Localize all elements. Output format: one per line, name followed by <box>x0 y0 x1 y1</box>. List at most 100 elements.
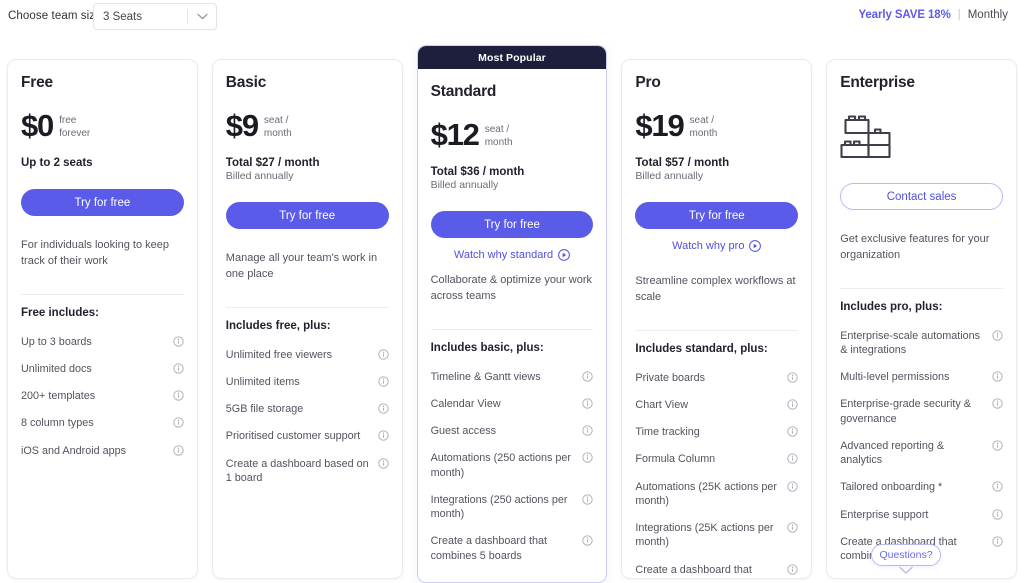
info-icon[interactable] <box>377 348 389 360</box>
feature-item: Timeline & Gantt views <box>431 363 594 390</box>
info-icon[interactable] <box>377 457 389 469</box>
feature-label: Automations (250 actions per month) <box>430 452 572 479</box>
feature-item: Unlimited docs <box>21 355 184 382</box>
price-unit: free forever <box>59 115 91 139</box>
info-icon[interactable] <box>787 398 798 410</box>
try-for-free-button[interactable]: Try for free <box>21 189 184 216</box>
price-amount: $9 <box>225 108 259 143</box>
info-icon[interactable] <box>582 534 594 546</box>
feature-item: Up to 3 boards <box>21 328 184 355</box>
info-icon[interactable] <box>173 389 184 401</box>
info-icon[interactable] <box>992 397 1003 409</box>
info-icon[interactable] <box>582 451 594 463</box>
feature-label: Unlimited items <box>225 375 300 388</box>
feature-item: Create a dashboard that combines 5 board… <box>431 528 594 570</box>
questions-button[interactable]: Questions? <box>871 544 941 566</box>
info-icon[interactable] <box>992 535 1003 547</box>
try-for-free-button[interactable]: Try for free <box>635 202 799 229</box>
plan-description: Collaborate & optimize your work across … <box>430 274 592 302</box>
info-icon[interactable] <box>992 480 1003 492</box>
contact-sales-button[interactable]: Contact sales <box>840 183 1003 210</box>
feature-label: Unlimited free viewers <box>225 348 332 361</box>
pricing-card-enterprise: Enterprise Contact sales Get exclusive fea… <box>826 59 1017 579</box>
questions-label: Questions? <box>879 549 933 561</box>
info-icon[interactable] <box>582 424 594 436</box>
cta-zone: Try for free <box>225 202 389 229</box>
plan-description: Streamline complex workflows at scale <box>635 275 796 303</box>
info-icon[interactable] <box>787 563 798 575</box>
feature-item: Advanced reporting & analytics <box>840 432 1003 474</box>
feature-list: Unlimited free viewers Unlimited items 5GB… <box>226 341 389 492</box>
cta-zone: Try for free Watch why standard <box>430 211 594 261</box>
feature-item: Tailored onboarding * <box>840 474 1003 501</box>
price-amount: $12 <box>430 117 480 152</box>
includes-title: Includes free, plus: <box>225 320 331 332</box>
watch-why-link[interactable]: Watch why pro <box>635 240 798 252</box>
plan-price: $0 free forever <box>21 110 184 150</box>
info-icon[interactable] <box>992 508 1003 520</box>
feature-label: Integrations (250 actions per month) <box>430 493 568 520</box>
info-icon[interactable] <box>173 335 184 347</box>
billing-yearly-option[interactable]: Yearly SAVE 18% <box>858 9 950 21</box>
cta-zone: Try for free <box>21 189 184 216</box>
try-for-free-button[interactable]: Try for free <box>225 202 389 229</box>
info-icon[interactable] <box>992 370 1003 382</box>
info-icon[interactable] <box>787 480 798 492</box>
feature-item: Create a dashboard that combines 10 boar… <box>635 556 798 578</box>
info-icon[interactable] <box>582 397 594 409</box>
billing-monthly-option[interactable]: Monthly <box>968 9 1008 21</box>
feature-item: 200+ templates <box>21 383 184 410</box>
info-icon[interactable] <box>582 493 594 505</box>
pricing-card-pro: Pro $19 seat / month Total $57 / month Bille… <box>621 59 813 579</box>
pricing-card-slot: Free $0 free forever Up to 2 seats Try for f… <box>0 45 205 583</box>
info-icon[interactable] <box>582 370 594 382</box>
info-icon[interactable] <box>377 375 389 387</box>
info-icon[interactable] <box>173 444 184 456</box>
includes-title: Free includes: <box>21 307 99 319</box>
info-icon[interactable] <box>787 521 798 533</box>
plan-price: $12 seat / month <box>431 119 594 159</box>
pricing-cards-row: Free $0 free forever Up to 2 seats Try for f… <box>0 45 1024 583</box>
info-icon[interactable] <box>787 371 798 383</box>
feature-label: Up to 3 boards <box>21 335 92 348</box>
feature-list: Private boards Chart View Time tracking For… <box>635 364 798 578</box>
feature-label: Create a dashboard based on 1 board <box>225 457 369 484</box>
feature-item: Integrations (25K actions per month) <box>635 515 798 557</box>
feature-item: Chart View <box>635 391 798 418</box>
feature-item: iOS and Android apps <box>21 437 184 464</box>
info-icon[interactable] <box>787 452 798 464</box>
feature-label: 8 column types <box>21 417 94 430</box>
info-icon[interactable] <box>992 439 1003 451</box>
feature-label: Chart View <box>635 398 688 411</box>
feature-label: Multi-level permissions <box>840 371 950 383</box>
plan-name: Pro <box>635 74 661 91</box>
plan-total-price: Total $36 / month <box>430 166 525 178</box>
plan-description: For individuals looking to keep track of… <box>21 239 169 267</box>
plan-price: $9 seat / month <box>226 110 389 150</box>
info-icon[interactable] <box>173 416 184 428</box>
plan-name: Standard <box>430 83 497 100</box>
billing-period-toggle[interactable]: Yearly SAVE 18% | Monthly <box>858 9 1008 21</box>
try-for-free-button[interactable]: Try for free <box>430 211 594 238</box>
feature-label: Guest access <box>430 425 497 437</box>
feature-item: Multi-level permissions <box>840 364 1003 391</box>
info-icon[interactable] <box>787 425 798 437</box>
team-size-select[interactable]: 3 Seats <box>93 3 217 30</box>
info-icon[interactable] <box>377 429 389 441</box>
includes-title: Includes pro, plus: <box>840 301 943 313</box>
pricing-card-slot: Basic $9 seat / month Total $27 / month Bill… <box>205 45 410 583</box>
plan-total-price: Total $57 / month <box>635 157 730 169</box>
feature-label: Private boards <box>635 371 706 384</box>
feature-item: Enterprise support <box>840 501 1003 528</box>
info-icon[interactable] <box>173 362 184 374</box>
info-icon[interactable] <box>992 329 1003 341</box>
chevron-down-icon[interactable] <box>898 566 914 575</box>
chevron-down-icon[interactable] <box>188 13 216 20</box>
feature-list: Timeline & Gantt views Calendar View Guest… <box>431 363 594 569</box>
lego-blocks-icon <box>840 110 1003 163</box>
feature-label: 5GB file storage <box>225 403 304 415</box>
info-icon[interactable] <box>377 402 389 414</box>
feature-label: Integrations (25K actions per month) <box>635 522 774 549</box>
watch-why-link[interactable]: Watch why standard <box>431 249 594 261</box>
billing-separator: | <box>957 9 961 21</box>
